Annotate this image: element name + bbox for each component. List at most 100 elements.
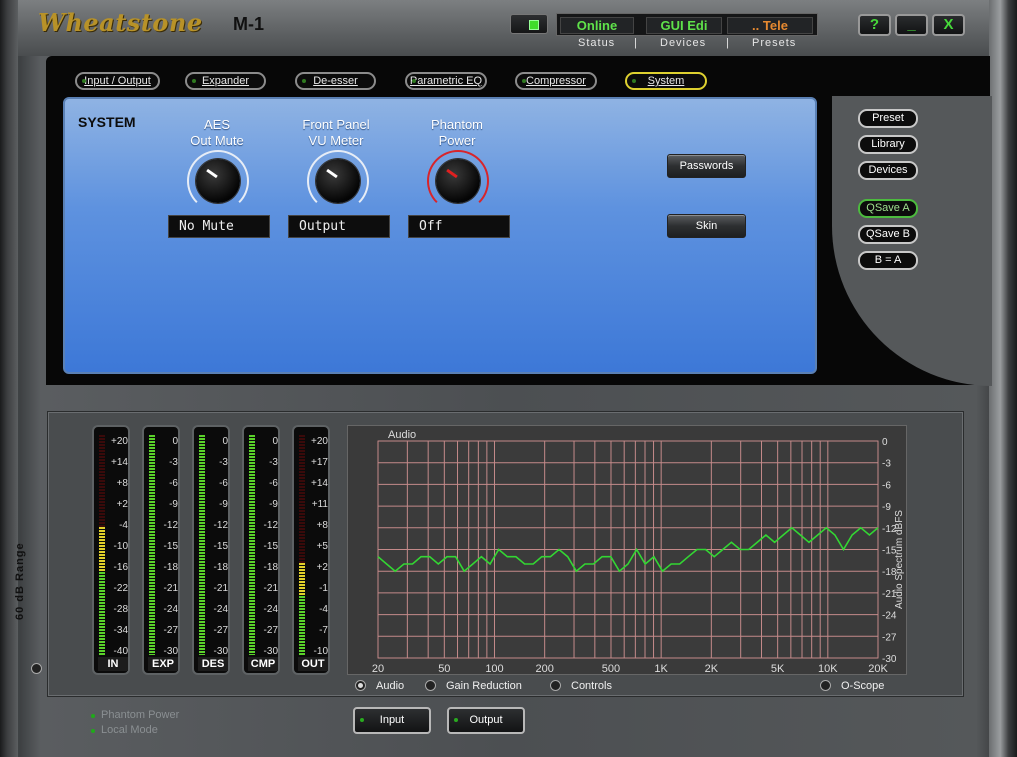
view-audio-label[interactable]: Audio [376, 680, 404, 692]
status-tele[interactable]: .. Tele [727, 17, 813, 34]
meter-tick-label: -7 [319, 625, 328, 636]
input-button[interactable]: Input [353, 707, 431, 734]
phantom-power-value: Off [408, 215, 510, 238]
tab-expander[interactable]: Expander [185, 72, 266, 90]
meter-bar [149, 435, 155, 655]
spectrum-graph: 20 50 100 200 500 1K 2K 5K 10K 20K0-3-6-9-12-15-1… [372, 429, 905, 675]
x-tick-label: 50 [438, 663, 450, 675]
meter-tick-label: -21 [213, 583, 228, 594]
vu-meter-knob[interactable] [316, 159, 360, 203]
meter-tick-label: -3 [219, 457, 228, 468]
knob-label-line: Phantom [430, 117, 484, 132]
knob-label-vu: Front Panel VU Meter [286, 117, 386, 149]
y-tick-label: -27 [882, 632, 897, 643]
tab-system[interactable]: System [625, 72, 707, 90]
view-controls-label[interactable]: Controls [571, 680, 612, 692]
meter-tick-label: -9 [169, 499, 178, 510]
view-gain-reduction-label[interactable]: Gain Reduction [446, 680, 522, 692]
meter-level [249, 435, 255, 655]
status-label[interactable]: Status [578, 37, 615, 49]
spectrum-display: 20 50 100 200 500 1K 2K 5K 10K 20K 0 -3 -6 -9 -12 -15 -1… [347, 425, 907, 675]
minimize-button[interactable]: _ [895, 14, 928, 36]
aes-out-mute-knob[interactable] [196, 159, 240, 203]
status-gui[interactable]: GUI Edi [646, 17, 722, 34]
meter-tick-label: -15 [163, 541, 178, 552]
left-bezel [0, 0, 18, 757]
meter-level [149, 435, 155, 655]
preset-button[interactable]: Preset [858, 109, 918, 128]
meter-tick-label: -15 [213, 541, 228, 552]
meter-tick-label: -9 [219, 499, 228, 510]
system-title: SYSTEM [78, 114, 136, 130]
connection-toggle[interactable] [510, 14, 548, 34]
output-button[interactable]: Output [447, 707, 525, 734]
qsave-b-button[interactable]: QSave B [858, 225, 918, 244]
devices-label[interactable]: Devices [660, 37, 706, 49]
phantom-power-knob[interactable] [436, 159, 480, 203]
meter-tick-label: -27 [163, 625, 178, 636]
presets-label[interactable]: Presets [752, 37, 796, 49]
qsave-a-button[interactable]: QSave A [858, 199, 918, 218]
view-gain-reduction-radio[interactable] [425, 680, 436, 691]
view-oscope-radio[interactable] [820, 680, 831, 691]
brand-logo: Wheatstone [38, 8, 203, 37]
meter-cmp: 0 -3 -6 -9 -12 -15 -18 -21 -24 -27 -30 CMP [242, 425, 280, 675]
meter-tick-label: -12 [163, 520, 178, 531]
meter-label: OUT [298, 657, 328, 671]
separator: | [726, 37, 730, 49]
separator: | [634, 37, 638, 49]
meter-bar [99, 435, 105, 655]
meter-tick-label: +20 [311, 436, 328, 447]
range-label: 60 dB Range [14, 542, 26, 620]
meter-yellow-zone [299, 563, 305, 595]
knob-label-line: Out Mute [190, 133, 244, 148]
b-equals-a-button[interactable]: B = A [858, 251, 918, 270]
meter-tick-label: -16 [113, 562, 128, 573]
button-led [454, 718, 458, 722]
skin-button[interactable]: Skin [667, 214, 746, 238]
devices-button[interactable]: Devices [858, 161, 918, 180]
y-tick-label: -24 [882, 611, 897, 622]
view-audio-radio[interactable] [355, 680, 366, 691]
knob-label-line: Power [438, 133, 476, 148]
model-name: M-1 [233, 14, 264, 34]
meter-tick-label: -6 [169, 478, 178, 489]
view-oscope-label[interactable]: O-Scope [841, 680, 884, 692]
y-axis-label: Audio Spectrum dBFS [894, 510, 905, 609]
tab-de-esser[interactable]: De-esser [295, 72, 376, 90]
status-online[interactable]: Online [560, 17, 634, 34]
tab-input-output[interactable]: Input / Output [75, 72, 160, 90]
meter-tick-label: +2 [316, 562, 328, 573]
meter-tick-label: 0 [172, 436, 178, 447]
meter-tick-label: -40 [113, 646, 128, 657]
x-tick-label: 5K [771, 663, 785, 675]
knob-label-line: AES [203, 117, 230, 132]
library-button[interactable]: Library [858, 135, 918, 154]
y-tick-label: -6 [882, 480, 891, 491]
view-controls-radio[interactable] [550, 680, 561, 691]
x-tick-label: 1K [654, 663, 668, 675]
tab-parametric-eq[interactable]: Parametric EQ [405, 72, 487, 90]
tab-led [632, 79, 636, 83]
meter-tick-label: -24 [213, 604, 228, 615]
tab-led [82, 79, 86, 83]
tab-led [302, 79, 306, 83]
meter-out: +20 +17 +14 +11 +8 +5 +2 -1 -4 -7 -10 OUT [292, 425, 330, 675]
close-button[interactable]: X [932, 14, 965, 36]
passwords-button[interactable]: Passwords [667, 154, 746, 178]
meter-tick-label: +17 [311, 457, 328, 468]
meter-tick-label: -24 [263, 604, 278, 615]
tab-compressor[interactable]: Compressor [515, 72, 597, 90]
tab-label: De-esser [313, 75, 358, 87]
button-label: Input [379, 714, 405, 726]
phantom-power-led: Phantom Power [91, 709, 179, 721]
meter-tick-label: -22 [113, 583, 128, 594]
y-tick-label: 0 [882, 437, 888, 448]
meter-tick-label: +8 [316, 520, 328, 531]
range-radio[interactable] [31, 663, 42, 674]
help-button[interactable]: ? [858, 14, 891, 36]
tab-label: Expander [201, 75, 250, 87]
meter-tick-label: -12 [213, 520, 228, 531]
tab-label: Parametric EQ [409, 75, 483, 87]
meter-label: DES [198, 657, 228, 671]
